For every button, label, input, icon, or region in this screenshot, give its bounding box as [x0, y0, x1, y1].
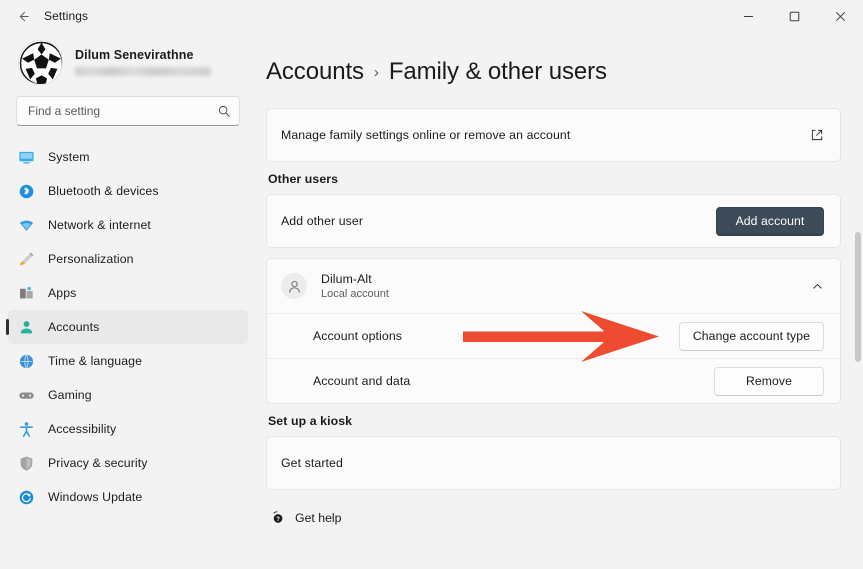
account-type: Local account	[321, 288, 389, 300]
shield-icon	[14, 455, 38, 472]
user-account-card: Dilum-Alt Local account Account options	[266, 258, 841, 404]
sidebar-item-accounts[interactable]: Accounts	[8, 310, 248, 344]
content-scrollbar[interactable]	[855, 62, 861, 547]
sidebar-item-gaming[interactable]: Gaming	[8, 378, 248, 412]
sidebar-item-label: Privacy & security	[48, 456, 148, 470]
add-account-button[interactable]: Add account	[716, 207, 824, 236]
breadcrumb-parent[interactable]: Accounts	[266, 58, 364, 86]
accessibility-icon	[14, 421, 38, 438]
get-help-label: Get help	[295, 511, 342, 525]
sidebar-item-apps[interactable]: Apps	[8, 276, 248, 310]
accounts-icon	[14, 319, 38, 336]
sidebar-item-label: Personalization	[48, 252, 134, 266]
sidebar-item-privacy-security[interactable]: Privacy & security	[8, 446, 248, 480]
sidebar-item-system[interactable]: System	[8, 140, 248, 174]
sidebar-item-bluetooth-devices[interactable]: Bluetooth & devices	[8, 174, 248, 208]
account-name: Dilum-Alt	[321, 272, 389, 286]
network-icon	[14, 217, 38, 234]
external-link-icon	[810, 128, 824, 142]
window-body: Dilum Senevirathne	[0, 32, 863, 569]
chevron-up-icon[interactable]	[811, 280, 824, 293]
add-other-user-row: Add other user Add account	[267, 195, 840, 247]
other-users-title: Other users	[268, 172, 841, 186]
sidebar-item-label: Bluetooth & devices	[48, 184, 159, 198]
sidebar-item-label: System	[48, 150, 90, 164]
scrollbar-thumb[interactable]	[855, 232, 861, 362]
maximize-button[interactable]	[771, 0, 817, 32]
sidebar-nav: System Bluetooth & devices	[0, 140, 256, 514]
kiosk-get-started-label: Get started	[281, 456, 343, 470]
profile-email-redacted	[75, 67, 211, 76]
remove-account-button[interactable]: Remove	[714, 367, 824, 396]
sidebar: Dilum Senevirathne	[0, 32, 256, 569]
update-icon	[14, 489, 38, 506]
profile-name: Dilum Senevirathne	[75, 48, 211, 63]
sidebar-item-accessibility[interactable]: Accessibility	[8, 412, 248, 446]
add-other-user-card: Add other user Add account	[266, 194, 841, 248]
account-options-label: Account options	[313, 329, 402, 343]
gamepad-icon	[14, 387, 38, 404]
account-options-row: Account options Change account type	[267, 313, 840, 358]
add-other-user-label: Add other user	[281, 214, 363, 228]
minimize-button[interactable]	[725, 0, 771, 32]
sidebar-item-label: Accounts	[48, 320, 99, 334]
manage-family-label: Manage family settings online or remove …	[281, 128, 570, 142]
sidebar-item-label: Gaming	[48, 388, 92, 402]
kiosk-card[interactable]: Get started	[266, 436, 841, 490]
user-profile[interactable]: Dilum Senevirathne	[0, 32, 256, 94]
close-button[interactable]	[817, 0, 863, 32]
back-button[interactable]	[6, 1, 40, 31]
search-icon	[217, 104, 231, 118]
search-box[interactable]	[16, 96, 240, 126]
account-and-data-row: Account and data Remove	[267, 358, 840, 403]
account-and-data-label: Account and data	[313, 374, 410, 388]
sidebar-item-time-language[interactable]: Time & language	[8, 344, 248, 378]
sidebar-item-personalization[interactable]: Personalization	[8, 242, 248, 276]
window-title: Settings	[44, 9, 88, 23]
title-bar: Settings	[0, 0, 863, 32]
settings-window: Settings	[0, 0, 863, 569]
help-question-icon: ?	[270, 510, 285, 525]
kiosk-row[interactable]: Get started	[267, 437, 840, 489]
sidebar-item-label: Accessibility	[48, 422, 116, 436]
brush-icon	[14, 251, 38, 268]
svg-text:?: ?	[276, 517, 280, 523]
sidebar-item-windows-update[interactable]: Windows Update	[8, 480, 248, 514]
monitor-icon	[14, 149, 38, 166]
sidebar-item-label: Apps	[48, 286, 76, 300]
window-controls	[725, 0, 863, 32]
manage-family-card[interactable]: Manage family settings online or remove …	[266, 108, 841, 162]
sidebar-item-label: Windows Update	[48, 490, 142, 504]
clock-globe-icon	[14, 353, 38, 370]
sidebar-item-label: Time & language	[48, 354, 142, 368]
sidebar-item-label: Network & internet	[48, 218, 151, 232]
search-input[interactable]	[28, 104, 217, 118]
person-icon	[281, 273, 307, 299]
kiosk-title: Set up a kiosk	[268, 414, 841, 428]
breadcrumb: Accounts › Family & other users	[266, 58, 841, 86]
content-area: Accounts › Family & other users Manage f…	[256, 32, 863, 569]
sidebar-item-network-internet[interactable]: Network & internet	[8, 208, 248, 242]
page-title: Family & other users	[389, 58, 607, 86]
account-header-row[interactable]: Dilum-Alt Local account	[267, 259, 840, 313]
avatar	[18, 40, 63, 85]
manage-family-row[interactable]: Manage family settings online or remove …	[267, 109, 840, 161]
get-help-link[interactable]: ? Get help	[270, 510, 841, 525]
change-account-type-button[interactable]: Change account type	[679, 322, 824, 351]
apps-icon	[14, 285, 38, 302]
breadcrumb-separator: ›	[374, 64, 379, 81]
bluetooth-icon	[14, 183, 38, 200]
